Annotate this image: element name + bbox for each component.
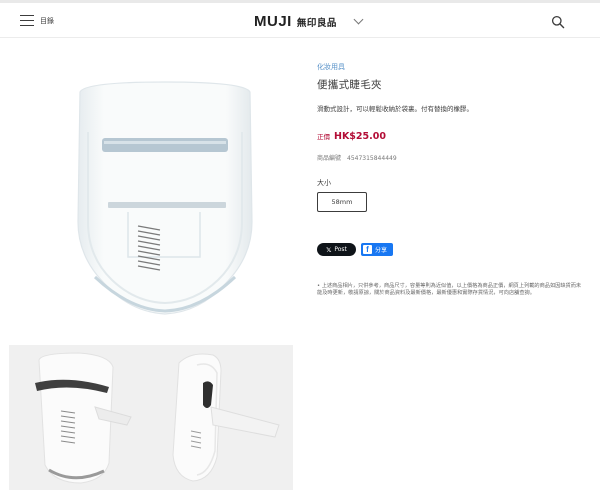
search-icon[interactable] — [551, 14, 565, 29]
price-row: 正價 HK$25.00 — [317, 131, 386, 142]
share-buttons: 𝕏 Post f 分享 — [317, 243, 393, 256]
menu-label: 目錄 — [40, 16, 54, 25]
sku-value: 4547315844449 — [347, 155, 397, 162]
category-link[interactable]: 化妝用具 — [317, 62, 587, 72]
product-thumbnail-front[interactable] — [9, 345, 151, 490]
size-label: 大小 — [317, 179, 331, 187]
x-post-label: Post — [334, 246, 347, 253]
facebook-share-label: 分享 — [375, 247, 388, 254]
menu-button[interactable]: 目錄 — [20, 15, 54, 26]
price-label: 正價 — [317, 133, 330, 141]
logo-cjk-text: 無印良品 — [296, 17, 337, 29]
x-logo-icon: 𝕏 — [326, 245, 332, 254]
sku-row: 商品編號 4547315844449 — [317, 153, 397, 162]
price-value: HK$25.00 — [334, 131, 386, 142]
site-header: 目錄 MUJI 無印良品 — [0, 0, 600, 38]
sku-label: 商品編號 — [317, 155, 342, 162]
product-thumbnail-side[interactable] — [151, 345, 293, 490]
product-description: 滑動式設計，可以輕鬆收納於袋裏。付有替換的橡膠。 — [317, 105, 473, 113]
hamburger-menu-icon — [20, 15, 34, 26]
facebook-icon: f — [363, 245, 372, 254]
product-title: 便攜式睫毛夾 — [317, 79, 382, 91]
x-post-button[interactable]: 𝕏 Post — [317, 243, 356, 256]
facebook-share-button[interactable]: f 分享 — [361, 243, 393, 256]
product-info: 化妝用具 便攜式睫毛夾 滑動式設計，可以輕鬆收納於袋裏。付有替換的橡膠。 正價 … — [317, 62, 587, 296]
logo-latin-text: MUJI — [254, 13, 292, 30]
size-option-button[interactable]: 58mm — [317, 192, 367, 212]
main-product-image[interactable] — [40, 62, 290, 327]
muji-logo[interactable]: MUJI 無印良品 — [254, 13, 337, 30]
chevron-down-icon[interactable] — [353, 14, 364, 25]
disclaimer-notes: • 上述商品相片，只供參考，商品尺寸，容量等則為近似值，以上價格為商品正價，網頁… — [317, 283, 582, 297]
